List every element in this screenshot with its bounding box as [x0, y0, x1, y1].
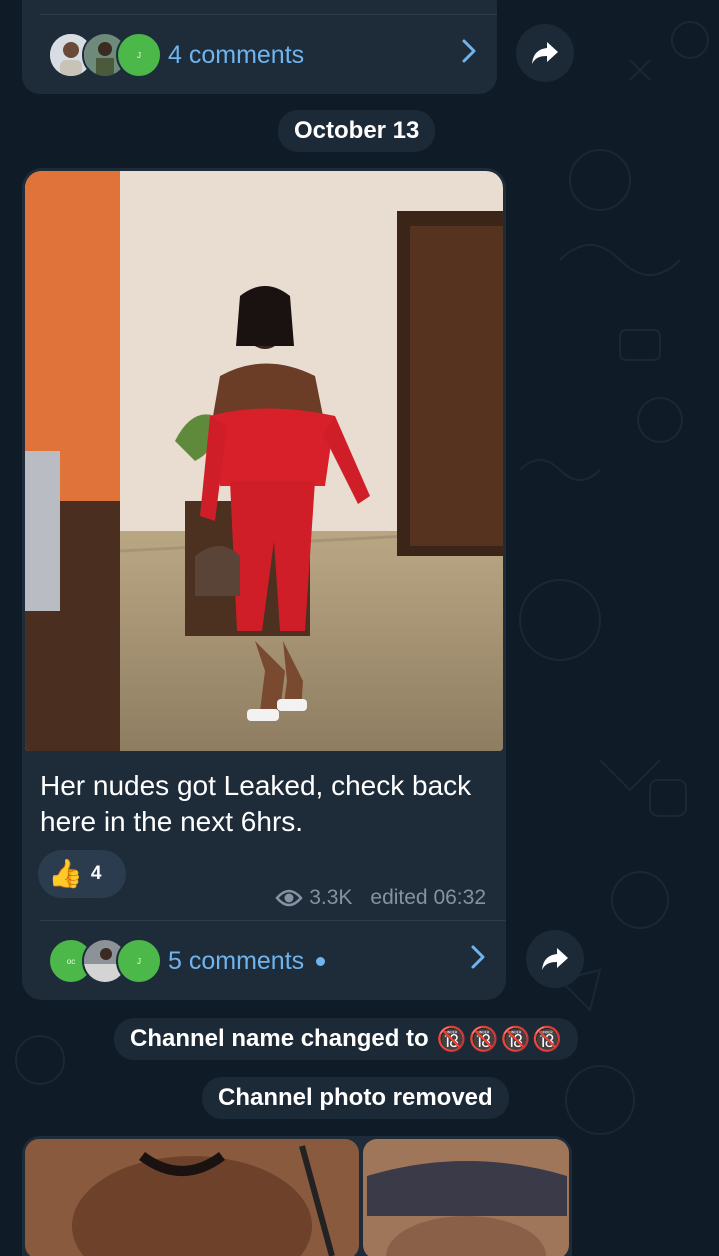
post-photo[interactable] [25, 171, 503, 751]
no-under-18-icon: 🔞 [500, 1025, 531, 1053]
forward-arrow-icon [532, 42, 558, 64]
reaction-count: 4 [90, 863, 102, 884]
avatar: J [116, 938, 162, 984]
comments-bar[interactable]: J 4 comments [22, 20, 497, 90]
comments-bar[interactable]: oc J 5 comments [22, 926, 506, 996]
forward-arrow-icon [542, 948, 568, 970]
thumbs-up-icon: 👍 [48, 858, 83, 889]
bubble-divider [40, 920, 506, 921]
commenter-avatars: J [48, 32, 168, 78]
date-separator: October 13 [278, 110, 436, 152]
post-meta: 3.3K edited 06:32 [275, 886, 486, 910]
comments-count-link[interactable]: 5 comments [168, 947, 326, 976]
bubble-divider [40, 14, 497, 15]
chevron-right-icon [470, 944, 486, 978]
unread-dot [316, 957, 326, 967]
forward-button[interactable] [516, 24, 574, 82]
view-count: 3.3K [309, 886, 353, 909]
avatar: J [116, 32, 162, 78]
photo-image [25, 171, 503, 751]
album-post[interactable] [22, 1136, 572, 1256]
album-photos [25, 1139, 569, 1256]
previous-post-bubble: J 4 comments [22, 0, 497, 94]
comments-count-link[interactable]: 4 comments [168, 41, 304, 70]
edited-time: edited 06:32 [370, 886, 486, 909]
no-under-18-icon: 🔞 [532, 1025, 563, 1053]
post-caption: Her nudes got Leaked, check back here in… [40, 770, 472, 837]
service-text: Channel name changed to [130, 1025, 429, 1052]
channel-post-bubble: Her nudes got Leaked, check back here in… [22, 168, 506, 1000]
service-message-name-changed: Channel name changed to 🔞 🔞 🔞 🔞 [114, 1018, 579, 1060]
commenter-avatars: oc J [48, 938, 168, 984]
forward-button[interactable] [526, 930, 584, 988]
eye-icon [275, 889, 303, 907]
service-message-photo-removed: Channel photo removed [202, 1077, 509, 1119]
no-under-18-icon: 🔞 [436, 1025, 467, 1053]
no-under-18-icon: 🔞 [468, 1025, 499, 1053]
channel-name-emojis: 🔞 🔞 🔞 🔞 [437, 1025, 563, 1054]
reaction-chip[interactable]: 👍 4 [38, 850, 126, 898]
chevron-right-icon [461, 38, 477, 72]
